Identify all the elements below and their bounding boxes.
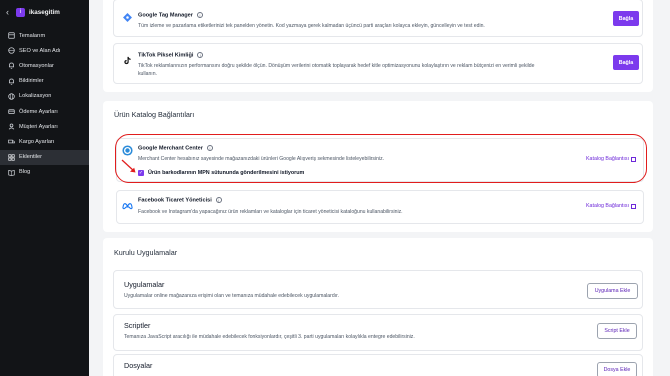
tiktok-row: TikTok Piksel Kimliği i TikTok reklamları… — [113, 43, 643, 84]
annotation-highlight — [115, 134, 647, 183]
card-icon — [7, 108, 15, 116]
sidebar-item-kargo-ayarlari[interactable]: Kargo Ayarları — [0, 134, 89, 149]
sidebar-item-label: Blog — [19, 169, 31, 176]
gtm-row: Google Tag Manager i Tüm izleme ve pazarl… — [113, 0, 643, 37]
meta-icon — [122, 197, 133, 210]
external-link-icon — [631, 203, 636, 209]
grid-icon — [7, 153, 15, 161]
gtm-description: Tüm izleme ve pazarlama etiketlerinizi t… — [138, 23, 485, 29]
info-icon[interactable]: i — [215, 197, 222, 203]
sidebar-item-lokalizasyon[interactable]: Lokalizasyon — [0, 89, 89, 104]
catalog-section-title: Ürün Katalog Bağlantıları — [114, 110, 195, 119]
annotation-arrow — [121, 159, 136, 173]
tiktok-title: TikTok Piksel Kimliği i — [138, 52, 204, 58]
users-icon — [7, 123, 15, 131]
sidebar-item-label: Ödeme Ayarları — [19, 108, 58, 115]
info-icon[interactable]: i — [196, 12, 203, 18]
sidebar-item-musteri-ayarlari[interactable]: Müşteri Ayarları — [0, 119, 89, 134]
info-icon[interactable]: i — [197, 52, 204, 58]
sidebar-item-label: SEO ve Alan Adı — [19, 47, 61, 54]
installed-apps-card: Kurulu Uygulamalar Uygulamalar Uygulamal… — [103, 238, 653, 376]
globe-icon — [7, 47, 15, 55]
sidebar-item-otomasyonlar[interactable]: Otomasyonlar — [0, 58, 89, 73]
sidebar-item-odeme-ayarlari[interactable]: Ödeme Ayarları — [0, 104, 89, 119]
tiktok-connect-button[interactable]: Bağla — [613, 55, 639, 70]
tiktok-description: TikTok reklamlarınızın performansını doğ… — [138, 63, 535, 77]
sidebar-item-blog[interactable]: Blog — [0, 165, 89, 180]
tiktok-icon — [123, 52, 132, 65]
files-title: Dosyalar — [124, 361, 153, 370]
sidebar-item-label: Lokalizasyon — [19, 93, 52, 100]
scripts-title: Scriptler — [124, 321, 151, 330]
truck-icon — [7, 138, 15, 146]
installed-section-title: Kurulu Uygulamalar — [114, 248, 178, 257]
facebook-commerce-title: Facebook Ticaret Yöneticisi i — [138, 197, 222, 203]
main-content: Google Tag Manager i Tüm izleme ve pazarl… — [89, 0, 670, 376]
gtm-title: Google Tag Manager i — [138, 12, 203, 18]
bell-icon — [7, 62, 15, 70]
sidebar-item-label: Temalarım — [19, 32, 46, 39]
add-script-button[interactable]: Script Ekle — [597, 323, 637, 339]
sidebar-item-bildirimler[interactable]: Bildirimler — [0, 74, 89, 89]
marketing-integrations-card: Google Tag Manager i Tüm izleme ve pazarl… — [103, 0, 653, 92]
sidebar-item-seo[interactable]: SEO ve Alan Adı — [0, 43, 89, 58]
sidebar-item-eklentiler[interactable]: Eklentiler — [0, 149, 89, 165]
sidebar-item-label: Kargo Ayarları — [19, 138, 55, 145]
google-tag-manager-icon — [123, 9, 132, 22]
sidebar-header: ‹ i ikasegitim — [0, 0, 89, 24]
facebook-commerce-description: Facebook ve Instagram'da yapacağınız ürü… — [138, 209, 403, 215]
sidebar-item-label: Otomasyonlar — [19, 62, 54, 69]
sidebar-item-label: Müşteri Ayarları — [19, 123, 58, 130]
files-row: Dosyalar Dosya Ekle — [113, 354, 643, 376]
globe-icon — [7, 92, 15, 100]
store-logo-icon: i — [16, 7, 25, 17]
sidebar-item-temalarim[interactable]: Temalarım — [0, 28, 89, 43]
sidebar-item-label: Bildirimler — [19, 78, 44, 85]
chevron-left-icon[interactable]: ‹ — [6, 7, 16, 17]
add-file-button[interactable]: Dosya Ekle — [597, 362, 637, 376]
facebook-commerce-row: Facebook Ticaret Yöneticisi i Facebook ve… — [116, 190, 644, 224]
book-icon — [7, 168, 15, 176]
add-app-button[interactable]: Uygulama Ekle — [587, 283, 638, 299]
scripts-row: Scriptler Temanıza JavaScript aracılığı … — [113, 314, 643, 351]
apps-description: Uygulamalar online mağazanıza erişimi ol… — [124, 293, 339, 299]
bell-icon — [7, 77, 15, 85]
sidebar-item-label: Eklentiler — [19, 154, 43, 161]
gtm-connect-button[interactable]: Bağla — [613, 11, 639, 26]
template-icon — [7, 32, 15, 40]
apps-row: Uygulamalar Uygulamalar online mağazanız… — [113, 270, 643, 309]
store-name[interactable]: ikasegitim — [29, 9, 60, 16]
facebook-catalog-link[interactable]: Katalog Bağlantısı — [586, 203, 636, 209]
apps-title: Uygulamalar — [124, 280, 165, 289]
scripts-description: Temanıza JavaScript aracılığı ile müdaha… — [124, 334, 415, 340]
sidebar-menu: Temalarım SEO ve Alan Adı Otomasyonlar B… — [0, 28, 89, 180]
sidebar: ‹ i ikasegitim Temalarım SEO ve Alan Adı… — [0, 0, 89, 376]
